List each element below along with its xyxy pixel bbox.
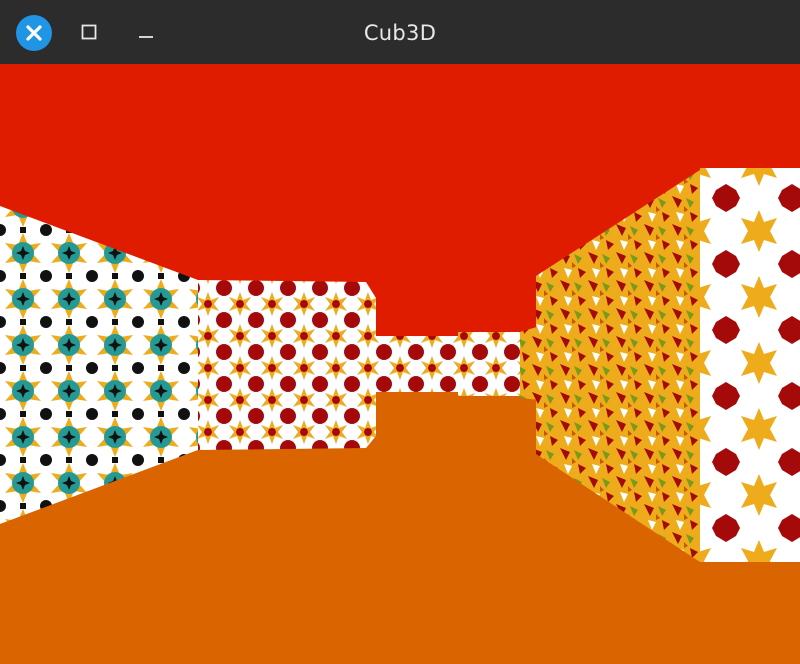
- window-title: Cub3D: [363, 21, 437, 45]
- game-viewport: [0, 64, 800, 664]
- far-wall-right: [458, 332, 522, 396]
- raycast-scene: [0, 64, 800, 664]
- app-window: Cub3D: [0, 0, 800, 664]
- left-block-face: [198, 280, 376, 450]
- right-wall-face: [700, 168, 800, 562]
- title-bar: Cub3D: [0, 0, 800, 64]
- far-wall-left: [374, 336, 458, 392]
